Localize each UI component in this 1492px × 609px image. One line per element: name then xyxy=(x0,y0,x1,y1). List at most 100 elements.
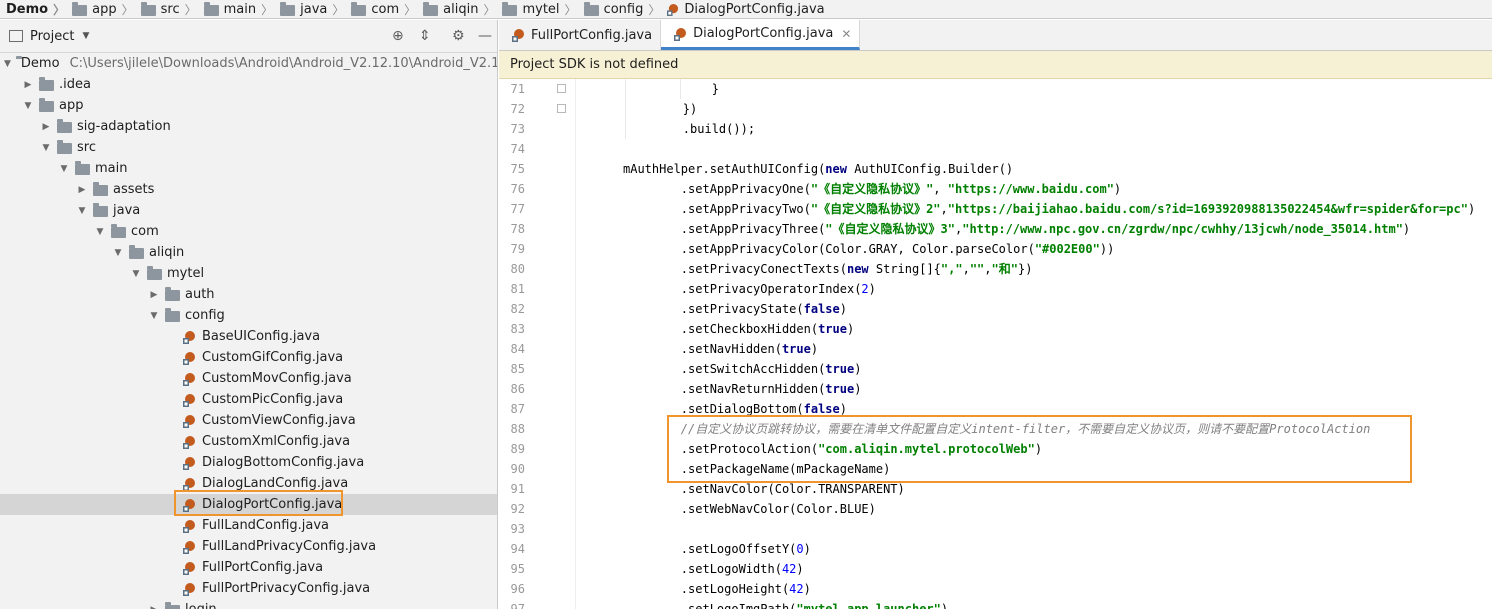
crosshair-icon[interactable]: ⊕ xyxy=(392,28,404,44)
java-class-icon xyxy=(183,393,196,407)
expanded-arrow-icon[interactable]: ▼ xyxy=(94,227,106,237)
tree-folder-item[interactable]: ▼ aliqin xyxy=(0,242,497,263)
expanded-arrow-icon[interactable]: ▼ xyxy=(112,248,124,258)
tree-folder-item[interactable]: ▶ sig-adaptation xyxy=(0,116,497,137)
expanded-arrow-icon[interactable]: ▼ xyxy=(76,206,88,216)
collapsed-arrow-icon[interactable]: ▶ xyxy=(22,80,34,90)
code-line[interactable]: .setAppPrivacyTwo("《自定义隐私协议》2","https://… xyxy=(623,199,1475,219)
code-line[interactable]: .setNavReturnHidden(true) xyxy=(623,379,862,399)
expanded-arrow-icon[interactable]: ▼ xyxy=(130,269,142,279)
code-token: 0 xyxy=(796,542,804,556)
code-line[interactable]: } xyxy=(625,79,719,99)
code-line[interactable]: .setLogoOffsetY(0) xyxy=(623,539,811,559)
code-line[interactable]: .setLogoHeight(42) xyxy=(623,579,811,599)
tree-file-item[interactable]: CustomXmlConfig.java xyxy=(0,431,497,452)
breadcrumb-item[interactable]: config 〉 xyxy=(577,0,660,18)
code-line[interactable]: .setPrivacyOperatorIndex(2) xyxy=(623,279,876,299)
tree-folder-item[interactable]: ▼ app xyxy=(0,95,497,116)
gear-icon[interactable]: ⚙ xyxy=(452,28,465,44)
tree-folder-item[interactable]: ▼ config xyxy=(0,305,497,326)
breadcrumb-item[interactable]: java 〉 xyxy=(273,0,344,18)
breadcrumb-item[interactable]: Demo 〉 xyxy=(0,0,65,18)
tree-file-item[interactable]: CustomViewConfig.java xyxy=(0,410,497,431)
code-line[interactable]: .setLogoWidth(42) xyxy=(623,559,804,579)
code-line[interactable]: //自定义协议页跳转协议，需要在清单文件配置自定义intent-filter，不… xyxy=(623,419,1371,439)
expanded-arrow-icon[interactable]: ▼ xyxy=(4,59,11,69)
code-line[interactable]: .setAppPrivacyColor(Color.GRAY, Color.pa… xyxy=(623,239,1115,259)
tree-folder-item[interactable]: ▼ java xyxy=(0,200,497,221)
code-line[interactable]: .setNavColor(Color.TRANSPARENT) xyxy=(623,479,905,499)
collapsed-arrow-icon[interactable]: ▶ xyxy=(148,290,160,300)
code-line[interactable]: .setPrivacyConectTexts(new String[]{",",… xyxy=(623,259,1033,279)
breadcrumb-item[interactable]: DialogPortConfig.java xyxy=(660,0,825,18)
code-line[interactable]: .setCheckboxHidden(true) xyxy=(623,319,854,339)
code-line[interactable]: .setAppPrivacyThree("《自定义隐私协议》3","http:/… xyxy=(623,219,1410,239)
code-editor[interactable]: 71 72 73 74 75 76 77 78 79 80 81 82 83 84 85 86 87 88 89 90… xyxy=(499,79,1492,609)
expanded-arrow-icon[interactable]: ▼ xyxy=(40,143,52,153)
tree-folder-item[interactable]: ▼ src xyxy=(0,137,497,158)
editor-tab[interactable]: DialogPortConfig.java ✕ xyxy=(661,20,861,50)
breadcrumb-item[interactable]: main 〉 xyxy=(197,0,273,18)
expanded-arrow-icon[interactable]: ▼ xyxy=(22,101,34,111)
breadcrumb-item[interactable]: mytel 〉 xyxy=(495,0,577,18)
project-panel-title[interactable]: Project xyxy=(30,29,74,44)
expanded-arrow-icon[interactable]: ▼ xyxy=(58,164,70,174)
tab-label: DialogPortConfig.java xyxy=(693,26,834,41)
code-token: 42 xyxy=(789,582,804,596)
code-line[interactable]: .setSwitchAccHidden(true) xyxy=(623,359,862,379)
code-line[interactable]: }) xyxy=(625,99,697,119)
code-line[interactable]: .setAppPrivacyOne("《自定义隐私协议》", "https://… xyxy=(623,179,1121,199)
collapse-icon[interactable]: ⇕ xyxy=(419,28,431,44)
minimize-icon[interactable]: — xyxy=(478,28,492,44)
code-line[interactable]: .setPrivacyState(false) xyxy=(623,299,847,319)
tree-file-item[interactable]: CustomPicConfig.java xyxy=(0,389,497,410)
tree-file-item[interactable]: FullPortPrivacyConfig.java xyxy=(0,578,497,599)
code-line[interactable]: .setDialogBottom(false) xyxy=(623,399,847,419)
tree-file-item[interactable]: DialogLandConfig.java xyxy=(0,473,497,494)
tree-file-item[interactable]: FullPortConfig.java xyxy=(0,557,497,578)
tree-folder-item[interactable]: ▶ login xyxy=(0,599,497,609)
code-token: false xyxy=(803,302,840,316)
tree-folder-item[interactable]: ▼ Demo C:\Users\jilele\Downloads\Android\A… xyxy=(0,53,497,74)
line-number: 90 xyxy=(510,462,525,476)
tree-file-item[interactable]: FullLandPrivacyConfig.java xyxy=(0,536,497,557)
code-token: } xyxy=(625,82,719,96)
tree-file-item[interactable]: DialogPortConfig.java xyxy=(0,494,497,515)
close-icon[interactable]: ✕ xyxy=(841,27,851,41)
breadcrumb-item[interactable]: com 〉 xyxy=(344,0,416,18)
tree-folder-item[interactable]: ▼ com xyxy=(0,221,497,242)
tree-folder-item[interactable]: ▶ auth xyxy=(0,284,497,305)
code-line[interactable]: .setWebNavColor(Color.BLUE) xyxy=(623,499,876,519)
tree-file-item[interactable]: CustomGifConfig.java xyxy=(0,347,497,368)
tree-folder-item[interactable]: ▼ main xyxy=(0,158,497,179)
chevron-down-icon[interactable]: ▼ xyxy=(82,31,89,41)
collapsed-arrow-icon[interactable]: ▶ xyxy=(148,605,160,609)
breadcrumb-item[interactable]: app 〉 xyxy=(65,0,134,18)
breadcrumb-item[interactable]: aliqin 〉 xyxy=(416,0,495,18)
breadcrumb-item[interactable]: src 〉 xyxy=(134,0,197,18)
editor-tab[interactable]: FullPortConfig.java xyxy=(499,20,662,50)
tree-folder-item[interactable]: ▶ assets xyxy=(0,179,497,200)
code-token: AuthUIConfig.Builder() xyxy=(846,162,1014,176)
code-line[interactable]: .setPackageName(mPackageName) xyxy=(623,459,891,479)
tree-file-item[interactable]: CustomMovConfig.java xyxy=(0,368,497,389)
code-token: ) xyxy=(1034,442,1043,456)
tree-folder-item[interactable]: ▼ mytel xyxy=(0,263,497,284)
code-token: .setSwitchAccHidden( xyxy=(623,362,826,376)
tree-file-item[interactable]: DialogBottomConfig.java xyxy=(0,452,497,473)
code-line[interactable]: mAuthHelper.setAuthUIConfig(new AuthUICo… xyxy=(623,159,1013,179)
expanded-arrow-icon[interactable]: ▼ xyxy=(148,311,160,321)
collapsed-arrow-icon[interactable]: ▶ xyxy=(40,122,52,132)
fold-icon[interactable] xyxy=(557,84,566,93)
collapsed-arrow-icon[interactable]: ▶ xyxy=(76,185,88,195)
tree-item-label: CustomGifConfig.java xyxy=(202,350,344,365)
code-line[interactable]: .setLogoImgPath("mytel_app_launcher") xyxy=(623,599,948,609)
code-line[interactable]: .build()); xyxy=(625,119,755,139)
code-token: .setPrivacyState( xyxy=(623,302,804,316)
code-line[interactable]: .setProtocolAction("com.aliqin.mytel.pro… xyxy=(623,439,1042,459)
tree-folder-item[interactable]: ▶ .idea xyxy=(0,74,497,95)
code-line[interactable]: .setNavHidden(true) xyxy=(623,339,818,359)
tree-file-item[interactable]: FullLandConfig.java xyxy=(0,515,497,536)
fold-icon[interactable] xyxy=(557,104,566,113)
tree-file-item[interactable]: BaseUIConfig.java xyxy=(0,326,497,347)
